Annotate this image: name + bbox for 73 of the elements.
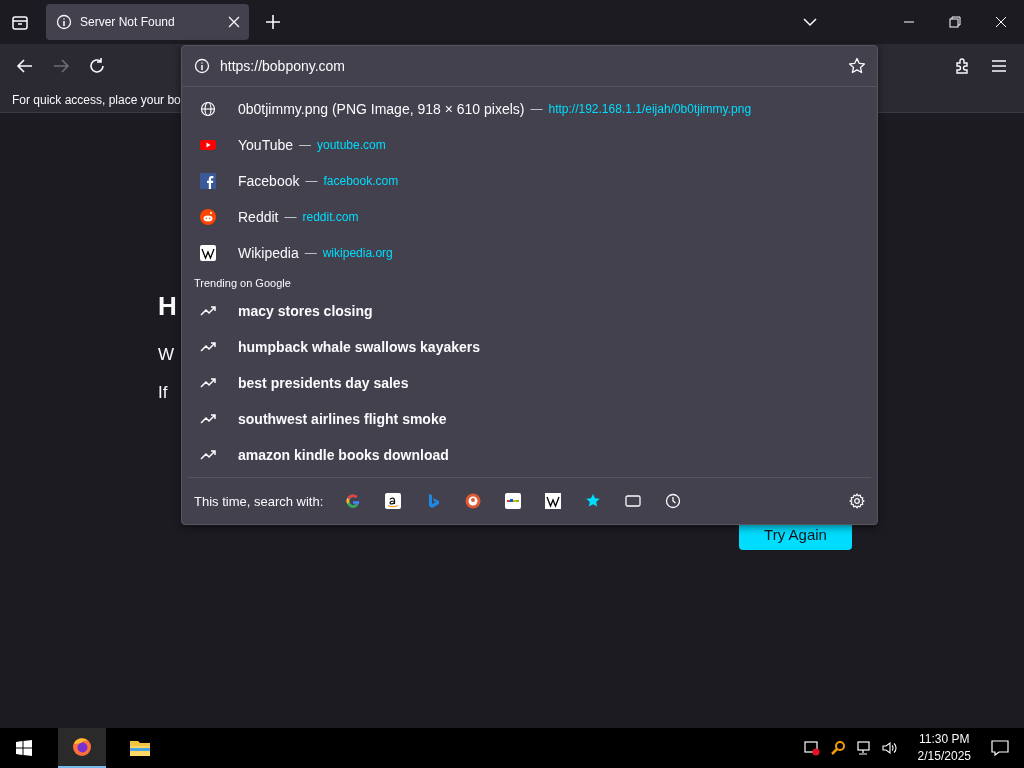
network-icon[interactable] (855, 740, 872, 756)
separator-dash: — (299, 138, 311, 152)
search-with-label: This time, search with: (194, 493, 324, 509)
suggestion-item[interactable]: Wikipedia — wikipedia.org (188, 235, 871, 271)
star-icon[interactable] (848, 57, 866, 75)
tab-list-icon[interactable] (11, 13, 29, 31)
tab-title: Server Not Found (80, 15, 176, 29)
trending-item[interactable]: best presidents day sales (188, 365, 871, 401)
trending-text: humpback whale swallows kayakers (238, 339, 480, 355)
suggestion-title: Wikipedia (238, 245, 299, 261)
trending-item[interactable]: southwest airlines flight smoke (188, 401, 871, 437)
new-tab-icon[interactable] (265, 14, 281, 30)
suggestion-title: YouTube (238, 137, 293, 153)
suggestion-url: reddit.com (302, 210, 359, 224)
trending-item[interactable]: humpback whale swallows kayakers (188, 329, 871, 365)
page-text: W (158, 345, 175, 365)
forward-icon[interactable] (52, 57, 70, 75)
close-icon[interactable] (228, 16, 240, 28)
clock-time[interactable]: 11:30 PM (919, 731, 970, 748)
magnifier-icon[interactable] (829, 740, 846, 756)
page-heading: H (158, 291, 177, 323)
wikipedia-icon[interactable] (545, 493, 562, 509)
amazon-icon[interactable] (385, 493, 402, 509)
clock-date[interactable]: 2/15/2025 (917, 748, 971, 765)
suggestion-url: http://192.168.1.1/eijah/0b0tjimmy.png (548, 102, 752, 116)
windows-logo-icon[interactable] (16, 740, 32, 756)
settings-icon[interactable] (849, 493, 865, 509)
suggestion-title: 0b0tjimmy.png (PNG Image, 918 × 610 pixels) (238, 101, 525, 117)
volume-icon[interactable] (881, 740, 898, 756)
trending-item[interactable]: amazon kindle books download (188, 437, 871, 473)
duck-icon[interactable] (465, 493, 482, 509)
suggestion-item[interactable]: Reddit — reddit.com (188, 199, 871, 235)
firefox-icon[interactable] (71, 736, 93, 758)
suggestion-item[interactable]: 0b0tjimmy.png (PNG Image, 918 × 610 pixels) — http://192.168.1.1/eijah/0b0tjimmy.png (188, 91, 871, 127)
suggestion-url: facebook.com (323, 174, 399, 188)
reload-icon[interactable] (88, 57, 106, 75)
suggestion-item[interactable]: YouTube — youtube.com (188, 127, 871, 163)
wikipedia-icon (200, 245, 216, 261)
clock-icon[interactable] (665, 493, 682, 509)
security-icon[interactable] (803, 740, 820, 756)
trending-item[interactable]: macy stores closing (188, 293, 871, 329)
google-icon[interactable] (345, 493, 362, 509)
suggestion-title: Reddit (238, 209, 279, 225)
separator-dash: — (530, 102, 543, 116)
star-icon[interactable] (585, 493, 602, 509)
suggestion-title: Facebook (238, 173, 300, 189)
trending-text: best presidents day sales (238, 375, 409, 391)
section-label: Trending on Google (194, 277, 292, 289)
info-icon (56, 14, 72, 30)
separator-dash: — (284, 210, 297, 224)
suggestion-url: wikipedia.org (322, 246, 393, 260)
browser-tab[interactable]: Server Not Found (46, 4, 249, 40)
suggestion-url: youtube.com (317, 138, 386, 152)
play-icon (200, 137, 216, 153)
restore-icon[interactable] (949, 16, 961, 28)
suggestion-item[interactable]: Facebook — facebook.com (188, 163, 871, 199)
bookmarks-hint: For quick access, place your bo (12, 93, 181, 107)
page-text: If (158, 383, 168, 403)
info-icon[interactable] (194, 58, 210, 74)
trending-text: southwest airlines flight smoke (238, 411, 447, 427)
tab-icon[interactable] (625, 493, 642, 509)
menu-icon[interactable] (990, 57, 1008, 75)
separator-dash: — (305, 174, 318, 188)
trending-text: amazon kindle books download (238, 447, 449, 463)
separator-dash: — (304, 246, 317, 260)
notification-icon[interactable] (991, 739, 1009, 757)
globe-icon (200, 101, 216, 117)
ebay-icon[interactable] (505, 493, 522, 509)
facebook-icon (200, 173, 216, 189)
close-icon[interactable] (995, 16, 1007, 28)
reddit-icon (200, 209, 216, 225)
back-icon[interactable] (16, 57, 34, 75)
trending-text: macy stores closing (238, 303, 373, 319)
